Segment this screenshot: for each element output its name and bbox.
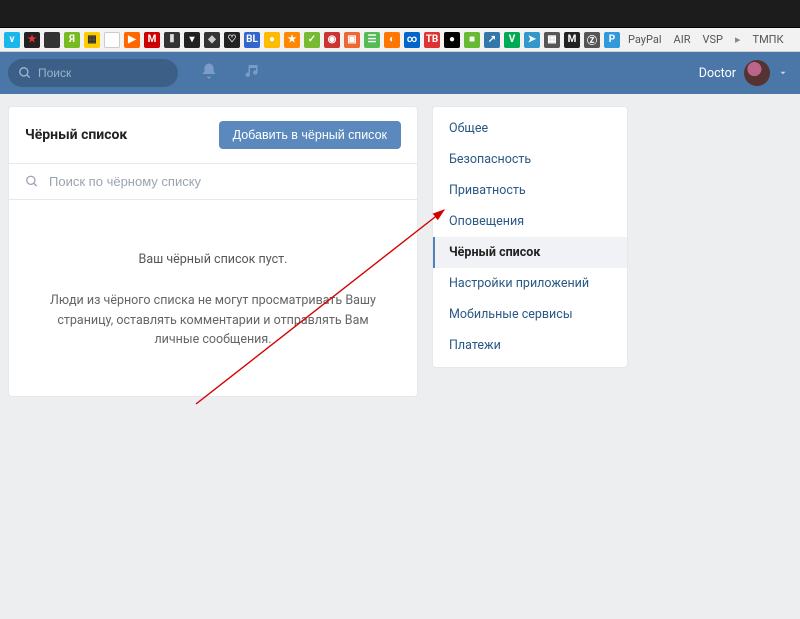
ext-icon[interactable] bbox=[44, 32, 60, 48]
search-icon bbox=[25, 174, 39, 189]
ext-icon[interactable] bbox=[104, 32, 120, 48]
ext-label[interactable]: ТМПК bbox=[749, 33, 788, 46]
empty-title: Ваш чёрный список пуст. bbox=[37, 250, 389, 269]
sidebar-item-security[interactable]: Безопасность bbox=[433, 144, 627, 175]
ext-icon[interactable]: P bbox=[604, 32, 620, 48]
ext-icon[interactable]: Ⓩ bbox=[584, 32, 600, 48]
panel-header: Чёрный список Добавить в чёрный список bbox=[9, 107, 417, 164]
ext-label[interactable]: VSP bbox=[698, 33, 726, 46]
avatar bbox=[744, 60, 770, 86]
ext-label[interactable]: AIR bbox=[670, 33, 695, 46]
chevron-down-icon bbox=[778, 68, 788, 78]
ext-icon[interactable]: V bbox=[504, 32, 520, 48]
sidebar-item-mobile[interactable]: Мобильные сервисы bbox=[433, 299, 627, 330]
sidebar-item-blacklist[interactable]: Чёрный список bbox=[433, 237, 627, 268]
sidebar-item-notifications[interactable]: Оповещения bbox=[433, 206, 627, 237]
ext-icon[interactable]: v bbox=[4, 32, 20, 48]
ext-icon[interactable]: ◐ bbox=[384, 32, 400, 48]
ext-icon[interactable]: M bbox=[564, 32, 580, 48]
page-title: Чёрный список bbox=[25, 127, 127, 143]
ext-icon[interactable]: Я bbox=[64, 32, 80, 48]
content-area: Чёрный список Добавить в чёрный список В… bbox=[0, 94, 800, 397]
ext-icon[interactable]: ◆ bbox=[204, 32, 220, 48]
ext-label[interactable]: PayPal bbox=[624, 33, 666, 46]
ext-icon[interactable]: BL bbox=[244, 32, 260, 48]
ext-icon[interactable]: ▦ bbox=[544, 32, 560, 48]
browser-titlebar bbox=[0, 0, 800, 28]
blacklist-search-row bbox=[9, 164, 417, 200]
empty-description: Люди из чёрного списка не могут просматр… bbox=[37, 291, 389, 349]
sidebar-item-general[interactable]: Общее bbox=[433, 113, 627, 144]
ext-icon[interactable]: ★ bbox=[284, 32, 300, 48]
ext-icon[interactable]: ☰ bbox=[364, 32, 380, 48]
empty-state: Ваш чёрный список пуст. Люди из чёрного … bbox=[9, 200, 417, 396]
ext-icon[interactable]: TB bbox=[424, 32, 440, 48]
blacklist-panel: Чёрный список Добавить в чёрный список В… bbox=[8, 106, 418, 397]
ext-icon[interactable]: ➤ bbox=[524, 32, 540, 48]
user-menu[interactable]: Doctor bbox=[695, 60, 792, 86]
add-to-blacklist-button[interactable]: Добавить в чёрный список bbox=[219, 121, 401, 149]
music-icon[interactable] bbox=[244, 62, 262, 84]
ext-icon[interactable]: ✓ bbox=[304, 32, 320, 48]
username-label: Doctor bbox=[699, 66, 736, 81]
blacklist-search-input[interactable] bbox=[49, 174, 401, 189]
ext-icon[interactable]: ▾ bbox=[184, 32, 200, 48]
ext-icon[interactable]: ▶ bbox=[124, 32, 140, 48]
ext-icon[interactable]: ■ bbox=[464, 32, 480, 48]
ext-icon[interactable]: ♡ bbox=[224, 32, 240, 48]
ext-icon[interactable]: ● bbox=[264, 32, 280, 48]
ext-icon[interactable]: ◉ bbox=[324, 32, 340, 48]
ext-icon[interactable]: ▣ bbox=[344, 32, 360, 48]
ext-icon[interactable]: ● bbox=[444, 32, 460, 48]
sidebar-item-payments[interactable]: Платежи bbox=[433, 330, 627, 361]
ext-icon[interactable]: ↗ bbox=[484, 32, 500, 48]
ext-icon[interactable]: ▦ bbox=[84, 32, 100, 48]
settings-sidebar: Общее Безопасность Приватность Оповещени… bbox=[432, 106, 628, 368]
sidebar-item-privacy[interactable]: Приватность bbox=[433, 175, 627, 206]
ext-icon[interactable]: ∞ bbox=[404, 32, 420, 48]
ext-icon[interactable]: ⦀ bbox=[164, 32, 180, 48]
browser-extensions-row: v ★ Я ▦ ▶ M ⦀ ▾ ◆ ♡ BL ● ★ ✓ ◉ ▣ ☰ ◐ ∞ T… bbox=[0, 28, 800, 52]
search-icon bbox=[18, 66, 32, 80]
ext-icon[interactable]: M bbox=[144, 32, 160, 48]
ext-icon[interactable]: ★ bbox=[24, 32, 40, 48]
sidebar-item-apps[interactable]: Настройки приложений bbox=[433, 268, 627, 299]
global-search-input[interactable] bbox=[38, 66, 168, 80]
global-search[interactable] bbox=[8, 59, 178, 87]
notifications-icon[interactable] bbox=[200, 62, 218, 84]
vk-top-nav: Doctor bbox=[0, 52, 800, 94]
